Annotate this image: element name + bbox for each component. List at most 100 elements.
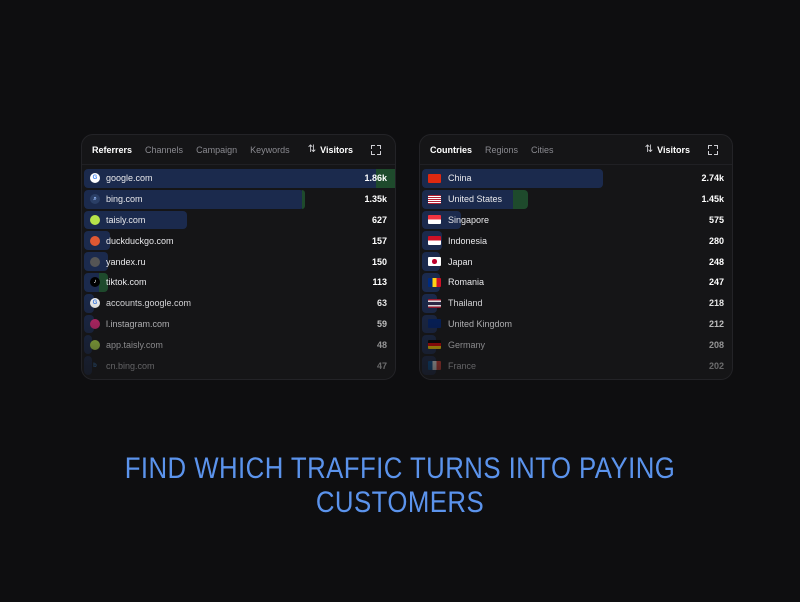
item-value: 247 — [708, 277, 724, 288]
item-label: Romania — [448, 277, 485, 288]
flag-china-icon — [428, 173, 441, 183]
google-icon: G — [90, 298, 100, 309]
duckduckgo-icon — [90, 235, 100, 246]
item-value: 150 — [371, 256, 387, 267]
tab-regions[interactable]: Regions — [485, 145, 518, 155]
flag-romania-icon — [428, 277, 441, 287]
list-item[interactable]: Indonesia 280 — [422, 230, 724, 251]
item-label: bing.com — [106, 194, 143, 205]
countries-panel-header: Countries Regions Cities ⇅ Visitors — [420, 135, 732, 165]
tiktok-icon: ♪ — [90, 277, 100, 288]
sort-arrows-icon: ⇅ — [307, 144, 317, 155]
item-label: Indonesia — [448, 235, 488, 246]
referrers-list: Ggoogle.com 1.86k ⌕ bing.com 1.35k taisly.com… — [82, 165, 395, 376]
list-item[interactable]: l.instagram.com 59 — [84, 314, 387, 335]
list-item[interactable]: duckduckgo.com 157 — [84, 230, 387, 251]
item-label: app.taisly.com — [106, 339, 163, 350]
expand-icon[interactable] — [371, 144, 381, 155]
item-value: 212 — [708, 318, 724, 329]
bing-search-icon: ⌕ — [90, 194, 100, 205]
referrers-panel: Referrers Channels Campaign Keywords ⇅ V… — [81, 134, 396, 380]
item-value: 48 — [376, 339, 387, 350]
taisly-icon — [90, 339, 100, 350]
item-value: 113 — [372, 277, 387, 288]
list-item[interactable]: ⌕ bing.com 1.35k — [84, 189, 387, 210]
tab-keywords[interactable]: Keywords — [250, 145, 290, 155]
tab-channels[interactable]: Channels — [145, 145, 183, 155]
item-label: Germany — [448, 339, 486, 350]
list-item[interactable]: yandex.ru 150 — [84, 251, 387, 272]
google-icon: G — [90, 173, 100, 184]
item-value: 157 — [371, 235, 387, 246]
item-label: United Kingdom — [448, 318, 513, 329]
item-value: 1.35k — [364, 194, 387, 205]
item-value: 218 — [708, 298, 724, 309]
flag-uk-icon — [428, 319, 441, 329]
tab-campaign[interactable]: Campaign — [196, 145, 237, 155]
list-item[interactable]: Thailand 218 — [422, 293, 724, 314]
item-label: yandex.ru — [106, 256, 146, 267]
item-value: 1.86k — [364, 173, 387, 184]
sort-visitors-label: Visitors — [320, 144, 353, 155]
list-item[interactable]: Germany 208 — [422, 334, 724, 355]
list-item[interactable]: Singapore 575 — [422, 210, 724, 231]
flag-japan-icon — [428, 257, 441, 267]
item-value: 1.45k — [701, 194, 724, 205]
expand-icon[interactable] — [708, 144, 718, 155]
list-item[interactable]: ♪ tiktok.com 113 — [84, 272, 387, 293]
item-label: l.instagram.com — [106, 318, 170, 329]
item-label: Japan — [448, 256, 473, 267]
item-value: 248 — [708, 256, 724, 267]
list-item[interactable]: France 202 — [422, 355, 724, 376]
list-item[interactable]: Ggoogle.com 1.86k — [84, 168, 395, 189]
list-item[interactable]: Romania 247 — [422, 272, 724, 293]
flag-singapore-icon — [428, 215, 441, 225]
list-item[interactable]: China 2.74k — [422, 168, 724, 189]
sort-arrows-icon: ⇅ — [644, 144, 654, 155]
instagram-icon — [90, 318, 100, 329]
referrers-panel-header: Referrers Channels Campaign Keywords ⇅ V… — [82, 135, 395, 165]
list-item[interactable]: taisly.com 627 — [84, 210, 387, 231]
sort-visitors-label: Visitors — [657, 144, 690, 155]
item-value: 627 — [371, 214, 387, 225]
countries-list: China 2.74k United States 1.45k Singapore 575… — [420, 165, 732, 376]
item-label: cn.bing.com — [106, 360, 155, 371]
flag-indonesia-icon — [428, 236, 441, 246]
item-label: United States — [448, 194, 503, 205]
item-label: China — [448, 173, 472, 184]
list-item[interactable]: Gaccounts.google.com 63 — [84, 293, 387, 314]
item-label: Singapore — [448, 214, 490, 225]
sort-visitors-button[interactable]: ⇅ Visitors — [308, 144, 353, 155]
tab-cities[interactable]: Cities — [531, 145, 554, 155]
taisly-icon — [90, 214, 100, 225]
list-item[interactable]: b cn.bing.com 47 — [84, 355, 387, 376]
item-value: 47 — [376, 360, 387, 371]
flag-usa-icon — [428, 194, 441, 204]
list-item[interactable]: app.taisly.com 48 — [84, 334, 387, 355]
list-item[interactable]: Japan 248 — [422, 251, 724, 272]
item-value: 208 — [708, 339, 724, 350]
flag-thailand-icon — [428, 298, 441, 308]
item-label: accounts.google.com — [106, 298, 192, 309]
countries-panel: Countries Regions Cities ⇅ Visitors Chin… — [419, 134, 733, 380]
tab-referrers[interactable]: Referrers — [92, 145, 132, 155]
tab-countries[interactable]: Countries — [430, 145, 472, 155]
bing-icon: b — [93, 362, 97, 369]
item-label: google.com — [106, 173, 153, 184]
item-label: tiktok.com — [106, 277, 147, 288]
item-value: 63 — [376, 298, 387, 309]
item-value: 575 — [708, 214, 724, 225]
list-item[interactable]: United States 1.45k — [422, 189, 724, 210]
item-label: duckduckgo.com — [106, 235, 174, 246]
item-label: taisly.com — [106, 214, 146, 225]
item-value: 202 — [708, 360, 724, 371]
list-item[interactable]: United Kingdom 212 — [422, 314, 724, 335]
item-value: 2.74k — [701, 173, 724, 184]
item-label: France — [448, 360, 477, 371]
item-label: Thailand — [448, 298, 483, 309]
item-value: 280 — [708, 235, 724, 246]
sort-visitors-button[interactable]: ⇅ Visitors — [645, 144, 690, 155]
flag-france-icon — [428, 361, 441, 371]
tagline: FIND WHICH TRAFFIC TURNS INTO PAYING CUS… — [124, 452, 676, 519]
flag-germany-icon — [428, 340, 441, 350]
